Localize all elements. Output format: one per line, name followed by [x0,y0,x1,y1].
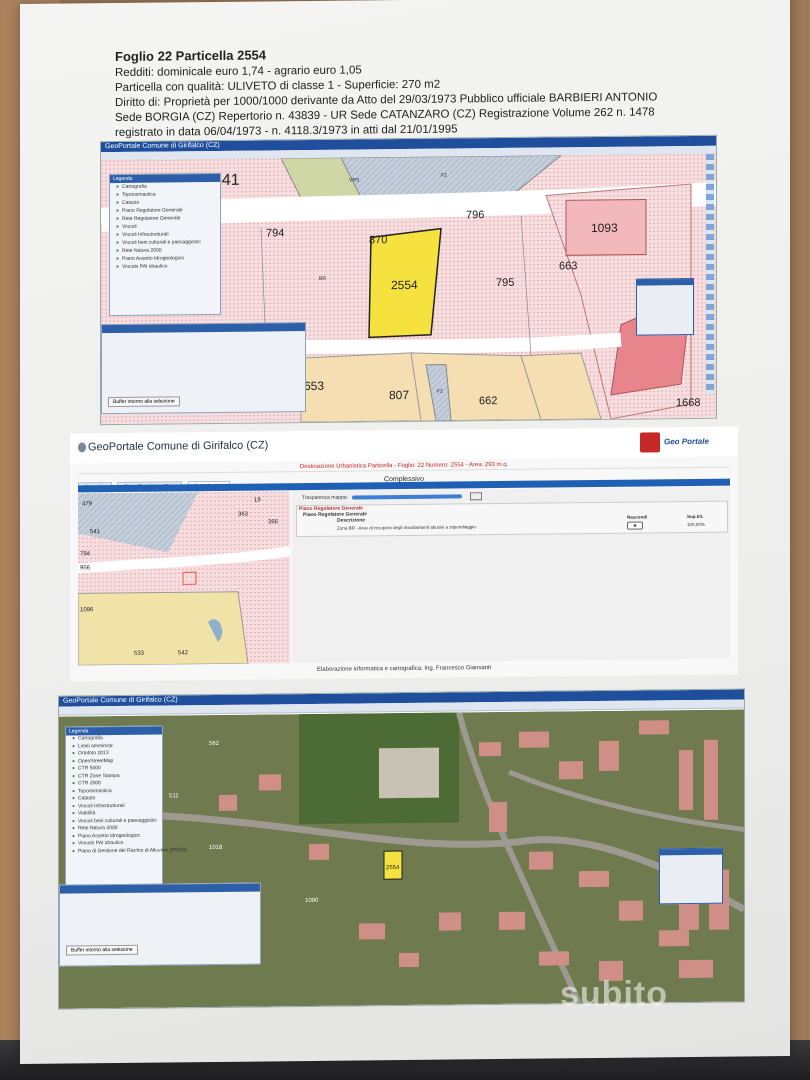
buffer-button[interactable]: Buffer intorno alla selezione [108,396,180,408]
label: 541 [90,529,101,535]
geoportale-header: GeoPortale Comune di Girifalco (CZ) Geo … [70,426,738,464]
label-1668: 1668 [676,397,700,409]
aerial-map-screenshot: GeoPortale Comune di Girifalco (CZ) 562 … [58,688,745,1010]
label: 1090 [305,898,319,904]
label: 366 [268,519,279,525]
legend-panel[interactable]: Legenda Cartografia Toponomastica Catast… [109,172,221,317]
label: 1018 [209,845,223,851]
navigator-panel[interactable] [636,277,694,336]
col-descrizione: Descrizione [337,517,366,524]
label-794: 794 [266,227,284,239]
legend-item[interactable]: Vincolo PAI idraulico [110,262,220,271]
label: 1096 [80,607,94,613]
urban-destination-screenshot: GeoPortale Comune di Girifalco (CZ) Geo … [70,426,738,682]
subito-watermark: subito [560,975,668,1013]
label-2554: 2554 [391,278,418,292]
label: 19 [254,498,261,504]
results-header [102,323,305,334]
label-br: BR [319,276,326,282]
yellow-zone [78,591,249,666]
buffer-button[interactable]: Buffer intorno alla selezione [66,944,138,956]
overview-map: 479 19 363 366 541 794 956 1096 533 542 [78,491,290,666]
transparency-slider[interactable] [352,494,462,500]
transparency-button[interactable] [470,492,482,501]
label: 533 [134,651,145,657]
label-1093: 1093 [591,221,618,235]
legend-panel[interactable]: Legenda Cartografia Limiti amministr. Or… [65,725,187,889]
label: 511 [169,793,179,799]
results-panel[interactable]: Buffer intorno alla selezione [101,322,306,415]
label: 562 [209,741,220,747]
results-header [60,883,260,894]
label: 479 [82,501,93,507]
navigator-header [660,848,722,856]
geoportale-logo-text: Geo Portale [664,436,709,447]
label-663: 663 [559,260,577,272]
label-662: 662 [479,395,497,407]
document-header: Foglio 22 Particella 2554 Redditi: domin… [115,42,755,141]
label: 2554 [386,865,400,871]
label-f2-top: F2 [441,173,447,179]
map-side-toolbar[interactable] [706,153,714,394]
label-796: 796 [466,209,484,221]
prg-row-text: Zona BR - Aree di recupero degli insedia… [337,524,476,531]
label-795: 795 [496,277,514,289]
geoportale-logo-icon [640,432,660,453]
geoportale-logo: Geo Portale [640,432,730,455]
municipality-crest-icon [78,442,86,453]
label-f2-bottom: F2 [437,389,443,395]
geoportale-title: GeoPortale Comune di Girifalco (CZ) [88,439,269,454]
legend-item[interactable]: Piano di Gestione del Rischio di Alluvio… [66,847,187,856]
label-vrs: VRS [349,177,360,183]
transparency-label: Trasparenza mappa: [302,494,348,502]
label: 363 [238,512,249,518]
sports-field [379,747,439,799]
prg-row-pct: 100,00% [687,521,705,528]
details-panel: Trasparenza mappa: Piano Regolatore Gene… [292,486,730,664]
eye-icon[interactable]: ◉ [627,521,643,530]
prg-box: Piano Regolatore Generale Piano Regolato… [296,500,728,538]
col-nascondi: Nascondi [627,514,648,520]
cadastral-map-screenshot: GeoPortale Comune di Girifalco (CZ) 541 … [100,134,717,426]
elaboration-footer: Elaborazione informatica e cartografica:… [316,665,492,673]
results-panel[interactable]: Buffer intorno alla selezione [59,882,261,967]
navigator-header [637,278,693,286]
navigator-panel[interactable] [659,847,723,905]
printed-paper: Foglio 22 Particella 2554 Redditi: domin… [20,0,790,1065]
label: 794 [80,551,91,557]
col-sup: Sup.Int. [687,513,704,520]
label-653: 653 [304,379,324,393]
label: 956 [80,565,91,571]
label: 542 [178,650,189,656]
label-870: 870 [369,234,387,246]
label-807: 807 [389,388,409,402]
